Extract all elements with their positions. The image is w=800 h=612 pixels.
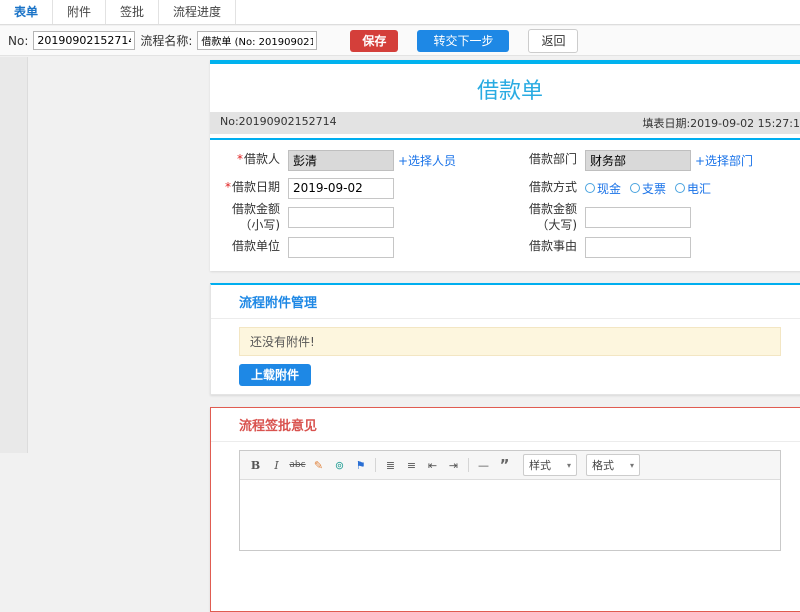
approval-section-title: 流程签批意见 [211, 408, 800, 443]
approval-section: 流程签批意见 B I abc ✎ ⊚ ⚑ ≣ ≡ ⇤ ⇥ — ” 样式 ▾ 格式 ▾ [210, 407, 800, 612]
borrower-input[interactable] [288, 149, 394, 171]
style-dropdown-label: 样式 [529, 459, 551, 473]
loan-form-card: 借款单 No:20190902152714 填表日期:2019-09-02 15… [210, 60, 800, 272]
chevron-down-icon: ▾ [566, 460, 571, 470]
strikethrough-icon[interactable]: abc [288, 456, 307, 475]
radio-icon [675, 183, 686, 193]
attachment-section-title: 流程附件管理 [211, 285, 800, 320]
indent-icon[interactable]: ⇥ [444, 456, 463, 475]
required-mark: * [224, 180, 231, 195]
flag-icon[interactable]: ⚑ [351, 456, 370, 475]
loan-reason-field: 借款事由 [507, 233, 800, 261]
method-option-cheque-label: 支票 [642, 181, 667, 196]
loan-unit-label: 借款单位 [231, 239, 280, 254]
hr-icon[interactable]: — [474, 456, 493, 475]
outdent-icon[interactable]: ⇤ [423, 456, 442, 475]
department-field: 借款部门 +选择部门 [507, 146, 800, 174]
ordered-list-icon[interactable]: ≣ [381, 456, 400, 475]
method-option-cash[interactable]: 现金 [585, 180, 621, 197]
toolbar-separator [468, 458, 469, 473]
tab-process-progress[interactable]: 流程进度 [159, 0, 237, 24]
loan-date-field: *借款日期 [210, 174, 507, 202]
loan-method-label: 借款方式 [528, 180, 577, 195]
left-gutter [0, 57, 28, 453]
amount-lower-label: 借款金额（小写) [231, 202, 280, 232]
format-dropdown[interactable]: 格式 ▾ [586, 454, 640, 477]
department-input[interactable] [585, 149, 691, 171]
select-department-link[interactable]: +选择部门 [695, 152, 753, 169]
tab-form[interactable]: 表单 [0, 0, 54, 24]
loan-reason-label: 借款事由 [528, 239, 577, 254]
process-name-input[interactable] [197, 31, 318, 50]
amount-upper-field: 借款金额（大写) [507, 202, 800, 233]
back-button[interactable]: 返回 [528, 28, 579, 53]
amount-lower-field: 借款金额（小写) [210, 202, 507, 233]
loan-date-label-text: 借款日期 [231, 180, 280, 195]
upload-attachment-button[interactable]: 上载附件 [239, 364, 312, 387]
page-title: 借款单 [476, 79, 543, 104]
loan-method-options: 现金 支票 电汇 [585, 180, 711, 197]
required-mark: * [236, 152, 243, 167]
borrower-field: *借款人 +选择人员 [210, 146, 507, 174]
no-label: No: [8, 33, 29, 48]
blockquote-icon[interactable]: ” [495, 456, 514, 475]
department-label: 借款部门 [528, 152, 577, 167]
format-dropdown-label: 格式 [592, 459, 614, 473]
bold-icon[interactable]: B [246, 456, 265, 475]
toolbar: No: 流程名称: 保存 转交下一步 返回 [0, 26, 800, 56]
amount-lower-input[interactable] [288, 207, 394, 229]
amount-upper-input[interactable] [585, 207, 691, 229]
loan-method-field: 借款方式 现金 支票 电汇 [507, 174, 800, 202]
forward-next-step-button[interactable]: 转交下一步 [417, 29, 510, 52]
loan-unit-field: 借款单位 [210, 233, 507, 261]
chevron-down-icon: ▾ [629, 460, 634, 470]
amount-upper-label: 借款金额（大写) [528, 202, 577, 232]
loan-date-label: *借款日期 [210, 180, 288, 196]
borrower-label: *借款人 [210, 152, 288, 168]
select-person-link[interactable]: +选择人员 [398, 152, 456, 169]
toolbar-separator [375, 458, 376, 473]
form-date-text: 填表日期:2019-09-02 15:27:1 [642, 117, 800, 130]
method-option-wire-transfer-label: 电汇 [687, 181, 712, 196]
tab-bar: 表单 附件 签批 流程进度 [0, 0, 800, 25]
process-name-label: 流程名称: [140, 34, 193, 48]
loan-unit-input[interactable] [288, 236, 394, 258]
editor-content-area[interactable] [240, 480, 780, 551]
radio-icon [630, 183, 641, 193]
style-dropdown[interactable]: 样式 ▾ [523, 454, 577, 477]
editor-toolbar: B I abc ✎ ⊚ ⚑ ≣ ≡ ⇤ ⇥ — ” 样式 ▾ 格式 ▾ [240, 451, 780, 481]
loan-date-input[interactable] [288, 177, 394, 199]
unordered-list-icon[interactable]: ≡ [402, 456, 421, 475]
main-panel: 借款单 No:20190902152714 填表日期:2019-09-02 15… [210, 60, 800, 612]
italic-icon[interactable]: I [267, 456, 286, 475]
method-option-wire-transfer[interactable]: 电汇 [675, 180, 711, 197]
link-icon[interactable]: ⊚ [330, 456, 349, 475]
no-input[interactable] [33, 31, 136, 50]
rich-text-editor: B I abc ✎ ⊚ ⚑ ≣ ≡ ⇤ ⇥ — ” 样式 ▾ 格式 ▾ [239, 450, 781, 552]
form-number-text: No:20190902152714 [220, 115, 337, 128]
loan-reason-input[interactable] [585, 236, 691, 258]
borrower-label-text: 借款人 [243, 152, 280, 167]
save-button[interactable]: 保存 [350, 29, 399, 52]
no-attachment-notice: 还没有附件! [239, 327, 781, 357]
method-option-cash-label: 现金 [597, 181, 622, 196]
form-grid: *借款人 +选择人员 借款部门 +选择部门 *借款日期 借款方式 现金 支票 电… [210, 140, 800, 271]
tab-approval[interactable]: 签批 [106, 0, 160, 24]
attachment-section: 流程附件管理 还没有附件! 上载附件 [210, 283, 800, 396]
form-meta-bar: No:20190902152714 填表日期:2019-09-02 15:27:… [210, 112, 800, 134]
method-option-cheque[interactable]: 支票 [630, 180, 666, 197]
font-color-icon[interactable]: ✎ [309, 456, 328, 475]
radio-icon [585, 183, 595, 193]
tab-attachments[interactable]: 附件 [53, 0, 107, 24]
